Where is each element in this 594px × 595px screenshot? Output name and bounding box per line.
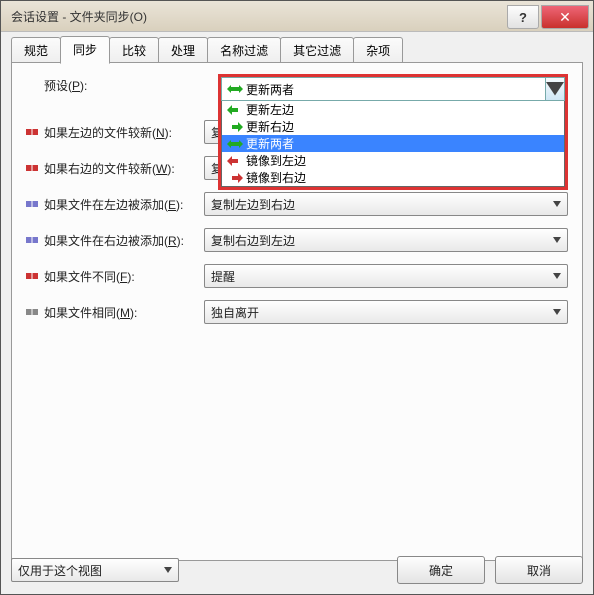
- mirror-right-icon: [226, 173, 244, 183]
- preset-select[interactable]: 更新两者: [221, 77, 565, 101]
- chevron-down-icon: [549, 303, 565, 321]
- scope-select[interactable]: 仅用于这个视图: [11, 558, 179, 582]
- label-newer-right: 如果右边的文件较新(W):: [44, 160, 204, 177]
- chevron-down-icon: [160, 561, 176, 579]
- dialog-window: 会话设置 - 文件夹同步(O) ? ✕ 规范 同步 比较 处理 名称过滤 其它过…: [0, 0, 594, 595]
- combo-value: 复制左边到右边: [211, 196, 295, 213]
- window-buttons: ? ✕: [505, 5, 589, 27]
- close-button[interactable]: ✕: [541, 5, 589, 29]
- arrows-both-icon: [226, 84, 244, 94]
- label-added-left: 如果文件在左边被添加(E):: [44, 196, 204, 213]
- preset-option-label: 更新两者: [246, 135, 294, 152]
- chevron-down-icon[interactable]: [545, 78, 564, 100]
- preset-option[interactable]: 更新右边: [222, 118, 564, 135]
- chevron-down-icon: [549, 267, 565, 285]
- combo-value: 复制右边到左边: [211, 232, 295, 249]
- label-diff: 如果文件不同(F):: [44, 268, 204, 285]
- combo-added-left[interactable]: 复制左边到右边: [204, 192, 568, 216]
- combo-value: 提醒: [211, 268, 235, 285]
- preset-option[interactable]: 镜像到左边: [222, 152, 564, 169]
- tab-other-filter[interactable]: 其它过滤: [280, 37, 354, 63]
- preset-option-label: 镜像到右边: [246, 169, 306, 186]
- row-added-left: 如果文件在左边被添加(E): 复制左边到右边: [26, 192, 568, 216]
- ok-button[interactable]: 确定: [397, 556, 485, 584]
- mirror-left-icon: [226, 156, 244, 166]
- tab-handle[interactable]: 处理: [158, 37, 208, 63]
- marker-icon: [26, 309, 38, 315]
- label-preset: 预设(P):: [44, 77, 204, 94]
- preset-option[interactable]: 镜像到右边: [222, 169, 564, 186]
- combo-value: 仅用于这个视图: [18, 562, 102, 579]
- cancel-button[interactable]: 取消: [495, 556, 583, 584]
- marker-icon: [26, 129, 38, 135]
- row-same: 如果文件相同(M): 独自离开: [26, 300, 568, 324]
- preset-option-label: 更新左边: [246, 101, 294, 118]
- marker-icon: [26, 237, 38, 243]
- arrows-both-icon: [226, 139, 244, 149]
- dialog-footer: 仅用于这个视图 确定 取消: [11, 556, 583, 584]
- tab-name-filter[interactable]: 名称过滤: [207, 37, 281, 63]
- row-diff: 如果文件不同(F): 提醒: [26, 264, 568, 288]
- preset-option-list: 更新左边 更新右边 更新两者 镜像到左边: [221, 101, 565, 187]
- titlebar: 会话设置 - 文件夹同步(O) ? ✕: [1, 1, 593, 32]
- tab-misc[interactable]: 杂项: [353, 37, 403, 63]
- row-added-right: 如果文件在右边被添加(R): 复制右边到左边: [26, 228, 568, 252]
- tab-spec[interactable]: 规范: [11, 37, 61, 63]
- preset-option-label: 更新右边: [246, 118, 294, 135]
- tab-compare[interactable]: 比较: [109, 37, 159, 63]
- preset-option[interactable]: 更新两者: [222, 135, 564, 152]
- chevron-down-icon: [549, 231, 565, 249]
- dialog-body: 规范 同步 比较 处理 名称过滤 其它过滤 杂项 更新两者 更新左边: [1, 31, 593, 594]
- window-title: 会话设置 - 文件夹同步(O): [11, 8, 505, 25]
- combo-value: 独自离开: [211, 304, 259, 321]
- marker-icon: [26, 201, 38, 207]
- combo-diff[interactable]: 提醒: [204, 264, 568, 288]
- preset-option[interactable]: 更新左边: [222, 101, 564, 118]
- help-button[interactable]: ?: [507, 5, 539, 29]
- marker-icon: [26, 273, 38, 279]
- label-newer-left: 如果左边的文件较新(N):: [44, 124, 204, 141]
- preset-dropdown-open: 更新两者 更新左边 更新右边 更新两者: [218, 74, 568, 190]
- tab-sync[interactable]: 同步: [60, 36, 110, 64]
- tab-strip: 规范 同步 比较 处理 名称过滤 其它过滤 杂项: [11, 39, 583, 63]
- combo-added-right[interactable]: 复制右边到左边: [204, 228, 568, 252]
- tab-panel: 更新两者 更新左边 更新右边 更新两者: [11, 63, 583, 561]
- marker-icon: [26, 165, 38, 171]
- chevron-down-icon: [549, 195, 565, 213]
- label-same: 如果文件相同(M):: [44, 304, 204, 321]
- combo-same[interactable]: 独自离开: [204, 300, 568, 324]
- label-added-right: 如果文件在右边被添加(R):: [44, 232, 204, 249]
- arrows-right-icon: [226, 122, 244, 132]
- preset-option-label: 镜像到左边: [246, 152, 306, 169]
- arrows-left-icon: [226, 105, 244, 115]
- preset-selected-text: 更新两者: [246, 81, 294, 98]
